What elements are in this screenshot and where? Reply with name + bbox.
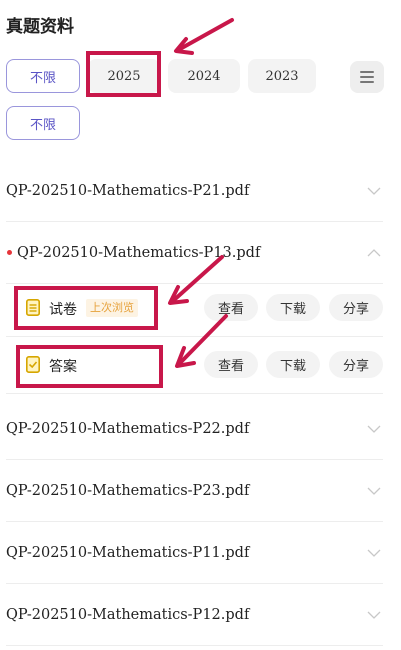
chevron-down-icon [367,425,381,433]
chevron-down-icon [367,487,381,495]
annotation-box-answer [16,345,163,388]
file-row-expanded[interactable]: QP-202510-Mathematics-P13.pdf [6,222,383,284]
view-button[interactable]: 查看 [204,294,258,321]
file-row[interactable]: QP-202510-Mathematics-P11.pdf [6,522,383,584]
filter-chip-2023[interactable]: 2023 [248,59,316,93]
chevron-down-icon [367,187,381,195]
menu-icon[interactable] [350,61,384,93]
share-button[interactable]: 分享 [329,351,383,378]
chevron-up-icon [367,249,381,257]
file-row[interactable]: QP-202510-Mathematics-P21.pdf [6,160,383,222]
annotation-box-paper [14,286,158,330]
share-button[interactable]: 分享 [329,294,383,321]
file-row[interactable]: QP-202510-Mathematics-P12.pdf [6,584,383,646]
download-button[interactable]: 下载 [266,294,320,321]
view-button[interactable]: 查看 [204,351,258,378]
annotation-box-2025 [86,51,161,97]
file-name: QP-202510-Mathematics-P12.pdf [6,607,250,623]
file-row[interactable]: QP-202510-Mathematics-P22.pdf [6,398,383,460]
filter-chip-2024[interactable]: 2024 [168,59,240,93]
page: 真题资料 不限 2025 2024 2023 不限 QP-202510-Math… [0,0,401,650]
filter-chip-any-primary[interactable]: 不限 [6,59,80,93]
active-dot [7,250,12,255]
page-title: 真题资料 [6,17,74,37]
file-name: QP-202510-Mathematics-P13.pdf [17,245,261,261]
filter-chip-any-secondary[interactable]: 不限 [6,106,80,140]
file-row[interactable]: QP-202510-Mathematics-P23.pdf [6,460,383,522]
download-button[interactable]: 下载 [266,351,320,378]
chevron-down-icon [367,611,381,619]
file-name: QP-202510-Mathematics-P21.pdf [6,183,250,199]
file-name: QP-202510-Mathematics-P23.pdf [6,483,250,499]
file-name: QP-202510-Mathematics-P11.pdf [6,545,250,561]
file-name: QP-202510-Mathematics-P22.pdf [6,421,250,437]
chevron-down-icon [367,549,381,557]
